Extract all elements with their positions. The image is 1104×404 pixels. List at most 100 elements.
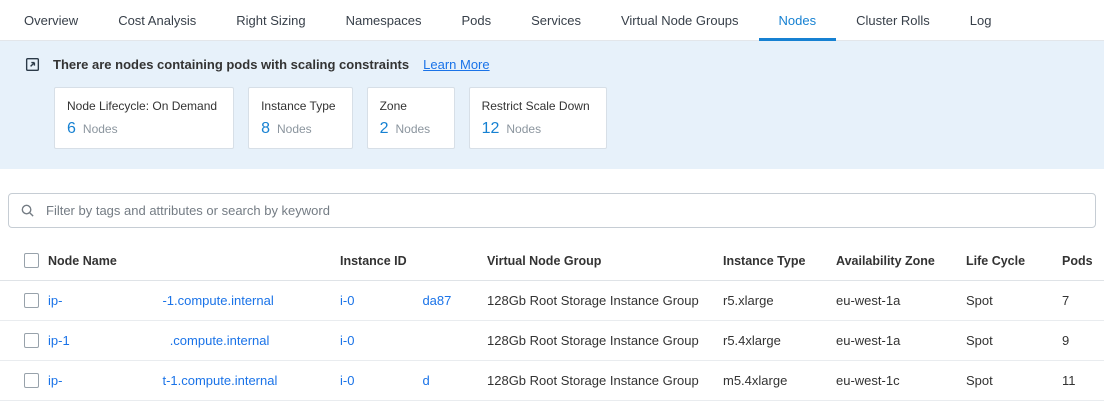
card-count-row: 2 Nodes xyxy=(380,120,438,138)
tab-item[interactable]: Namespaces xyxy=(326,0,442,40)
tab-label: Cost Analysis xyxy=(118,13,196,28)
tab-label: Log xyxy=(970,13,992,28)
instance-id-prefix: i-0 xyxy=(340,333,354,348)
table-header: Node Name Instance ID Virtual Node Group… xyxy=(0,241,1104,281)
tab-item[interactable]: Nodes xyxy=(759,0,837,40)
table-row: ip- -1.compute.internal i-0da87 128Gb Roo… xyxy=(0,281,1104,321)
card-unit: Nodes xyxy=(83,122,118,136)
life-cycle-cell: Spot xyxy=(966,373,1062,388)
instance-id-suffix: d xyxy=(422,373,429,388)
virtual-node-group-cell: 128Gb Root Storage Instance Group xyxy=(487,293,723,308)
row-checkbox[interactable] xyxy=(24,293,39,308)
card-title: Restrict Scale Down xyxy=(482,99,590,113)
table-row: ip-1 .compute.internal i-0 128Gb Root Sto… xyxy=(0,321,1104,361)
node-name-link[interactable]: ip-t-1.compute.internal xyxy=(48,373,340,388)
card-title: Instance Type xyxy=(261,99,336,113)
virtual-node-group-cell: 128Gb Root Storage Instance Group xyxy=(487,373,723,388)
tab-label: Namespaces xyxy=(346,13,422,28)
learn-more-link[interactable]: Learn More xyxy=(423,57,489,72)
scaling-constraint-icon xyxy=(24,56,41,73)
virtual-node-group-cell: 128Gb Root Storage Instance Group xyxy=(487,333,723,348)
node-name-link[interactable]: ip-1 .compute.internal xyxy=(48,333,340,348)
tab-item[interactable]: Overview xyxy=(4,0,98,40)
filter-search[interactable] xyxy=(8,193,1096,228)
card-count-row: 12 Nodes xyxy=(482,120,590,138)
instance-id-link[interactable]: i-0 d xyxy=(340,373,487,388)
tab-item[interactable]: Cost Analysis xyxy=(98,0,216,40)
tab-label: Overview xyxy=(24,13,78,28)
tab-label: Pods xyxy=(461,13,491,28)
card-count-row: 8 Nodes xyxy=(261,120,336,138)
instance-id-prefix: i-0 xyxy=(340,373,354,388)
table-row: ip-t-1.compute.internal i-0 d 128Gb Root … xyxy=(0,361,1104,401)
constraint-cards: Node Lifecycle: On Demand 6 Nodes Instan… xyxy=(54,87,1080,149)
instance-id-prefix: i-0 xyxy=(340,293,354,308)
select-all-checkbox[interactable] xyxy=(24,253,39,268)
availability-zone-cell: eu-west-1c xyxy=(836,373,966,388)
life-cycle-cell: Spot xyxy=(966,293,1062,308)
tab-item[interactable]: Cluster Rolls xyxy=(836,0,950,40)
node-name-prefix: ip-1 xyxy=(48,333,70,348)
availability-zone-cell: eu-west-1a xyxy=(836,293,966,308)
card-title: Node Lifecycle: On Demand xyxy=(67,99,217,113)
card-count: 6 xyxy=(67,120,76,138)
pods-cell: 11 xyxy=(1062,373,1104,388)
pods-cell: 9 xyxy=(1062,333,1104,348)
instance-id-link[interactable]: i-0 xyxy=(340,333,487,348)
card-count-row: 6 Nodes xyxy=(67,120,217,138)
tab-label: Nodes xyxy=(779,13,817,28)
life-cycle-cell: Spot xyxy=(966,333,1062,348)
tab-item[interactable]: Pods xyxy=(441,0,511,40)
constraint-card[interactable]: Instance Type 8 Nodes xyxy=(248,87,353,149)
tab-item[interactable]: Log xyxy=(950,0,1012,40)
table-body: ip- -1.compute.internal i-0da87 128Gb Roo… xyxy=(0,281,1104,401)
card-unit: Nodes xyxy=(395,122,430,136)
pods-cell: 7 xyxy=(1062,293,1104,308)
instance-type-cell: m5.4xlarge xyxy=(723,373,836,388)
column-header[interactable]: Instance ID xyxy=(340,254,487,268)
node-name-prefix: ip- xyxy=(48,293,62,308)
node-name-suffix: .compute.internal xyxy=(170,333,270,348)
constraint-card[interactable]: Zone 2 Nodes xyxy=(367,87,455,149)
column-header[interactable]: Pods xyxy=(1062,254,1104,268)
card-count: 8 xyxy=(261,120,270,138)
nodes-table: Node Name Instance ID Virtual Node Group… xyxy=(0,241,1104,401)
tab-item[interactable]: Virtual Node Groups xyxy=(601,0,759,40)
select-all-cell xyxy=(0,253,48,268)
column-header[interactable]: Instance Type xyxy=(723,254,836,268)
card-count: 2 xyxy=(380,120,389,138)
card-unit: Nodes xyxy=(506,122,541,136)
instance-type-cell: r5.xlarge xyxy=(723,293,836,308)
tab-label: Cluster Rolls xyxy=(856,13,930,28)
tab-label: Right Sizing xyxy=(236,13,305,28)
row-checkbox-cell xyxy=(0,373,48,388)
instance-id-link[interactable]: i-0da87 xyxy=(340,293,487,308)
constraint-card[interactable]: Node Lifecycle: On Demand 6 Nodes xyxy=(54,87,234,149)
tab-item[interactable]: Services xyxy=(511,0,601,40)
row-checkbox[interactable] xyxy=(24,333,39,348)
scaling-constraints-banner: There are nodes containing pods with sca… xyxy=(0,41,1104,169)
search-input[interactable] xyxy=(44,202,1084,219)
row-checkbox[interactable] xyxy=(24,373,39,388)
availability-zone-cell: eu-west-1a xyxy=(836,333,966,348)
banner-head: There are nodes containing pods with sca… xyxy=(24,56,1080,73)
column-header[interactable]: Virtual Node Group xyxy=(487,254,723,268)
instance-type-cell: r5.4xlarge xyxy=(723,333,836,348)
node-name-suffix: t-1.compute.internal xyxy=(162,373,277,388)
constraint-card[interactable]: Restrict Scale Down 12 Nodes xyxy=(469,87,607,149)
search-icon xyxy=(20,203,35,218)
column-header[interactable]: Availability Zone xyxy=(836,254,966,268)
row-checkbox-cell xyxy=(0,293,48,308)
banner-message: There are nodes containing pods with sca… xyxy=(53,57,409,72)
row-checkbox-cell xyxy=(0,333,48,348)
node-name-suffix: -1.compute.internal xyxy=(162,293,273,308)
column-header[interactable]: Node Name xyxy=(48,254,340,268)
column-header[interactable]: Life Cycle xyxy=(966,254,1062,268)
tab-item[interactable]: Right Sizing xyxy=(216,0,325,40)
node-name-link[interactable]: ip- -1.compute.internal xyxy=(48,293,340,308)
tab-bar: Overview Cost Analysis Right Sizing Name… xyxy=(0,0,1104,41)
card-title: Zone xyxy=(380,99,438,113)
tab-label: Services xyxy=(531,13,581,28)
tab-label: Virtual Node Groups xyxy=(621,13,739,28)
card-unit: Nodes xyxy=(277,122,312,136)
